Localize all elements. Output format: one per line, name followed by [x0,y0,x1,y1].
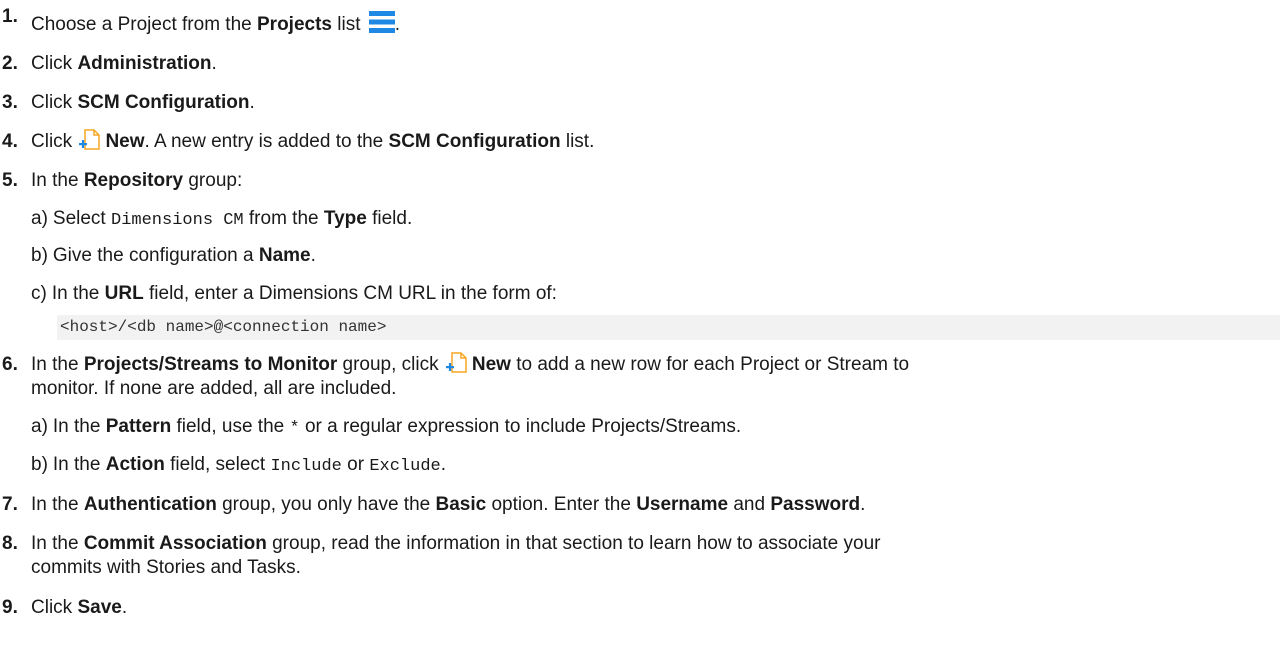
list-icon [368,10,395,34]
new-document-icon [79,129,101,151]
new-document-icon [445,352,468,374]
step-number: 1. [2,6,18,27]
projects-streams-label: Projects/Streams to Monitor [83,354,338,375]
url-format-code: <host>/<db name>@<connection name> [57,315,1280,340]
new-label: New [105,131,145,152]
save-label: Save [77,597,122,618]
projects-label: Projects [257,14,332,35]
administration-label: Administration [77,53,212,74]
scm-configuration-label: SCM Configuration [77,92,250,113]
repository-label: Repository [83,170,184,191]
